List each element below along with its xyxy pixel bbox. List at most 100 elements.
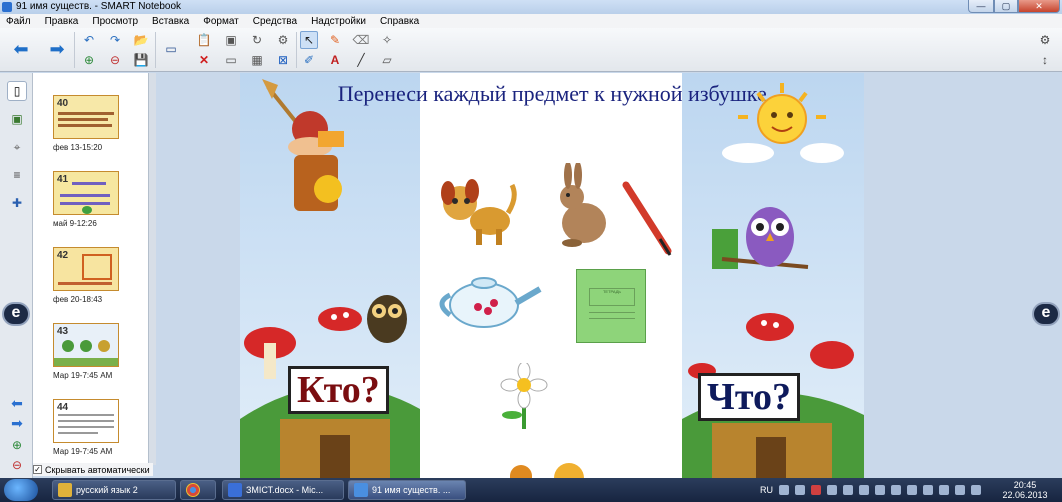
menu-addons[interactable]: Надстройки bbox=[311, 16, 366, 27]
pen-tool-icon[interactable]: ✎ bbox=[326, 31, 344, 49]
page-thumbnail[interactable]: 42 bbox=[53, 247, 119, 291]
undo-icon[interactable]: ↶ bbox=[80, 31, 98, 49]
menu-format[interactable]: Формат bbox=[203, 16, 239, 27]
taskbar-item[interactable]: русский язык 2 bbox=[52, 480, 176, 500]
taskbar-item[interactable]: ЗМІСТ.docx - Mic... bbox=[222, 480, 344, 500]
table-icon[interactable]: ▦ bbox=[248, 51, 266, 69]
taskbar: русский язык 2 ЗМІСТ.docx - Mic... 91 им… bbox=[0, 478, 1062, 502]
clock[interactable]: 20:45 22.06.2013 bbox=[995, 480, 1055, 500]
sidebar-delete-page-icon[interactable]: ⊖ bbox=[7, 455, 27, 475]
select-tool-icon[interactable]: ↖ bbox=[300, 31, 318, 49]
delete-page-icon[interactable]: ⊖ bbox=[106, 51, 124, 69]
next-page-nav-button[interactable]: e bbox=[1032, 302, 1060, 326]
close-button[interactable]: ✕ bbox=[1018, 0, 1060, 13]
page-sorter-tab-icon[interactable]: ▯ bbox=[7, 81, 27, 101]
shape-tool-icon[interactable]: ▱ bbox=[378, 51, 396, 69]
paste-icon[interactable]: 📋 bbox=[195, 31, 213, 49]
menu-file[interactable]: Файл bbox=[6, 16, 31, 27]
rotate-icon[interactable]: ↻ bbox=[248, 31, 266, 49]
page-timestamp: фев 13-15:20 bbox=[53, 143, 103, 152]
addons-tab-icon[interactable]: ✚ bbox=[7, 193, 27, 213]
maximize-button[interactable]: ▢ bbox=[994, 0, 1018, 13]
save-icon[interactable]: 💾 bbox=[132, 51, 150, 69]
language-indicator[interactable]: RU bbox=[760, 485, 773, 495]
autohide-option[interactable]: ✓ Скрывать автоматически bbox=[33, 463, 153, 476]
pen-picture[interactable] bbox=[620, 181, 676, 257]
settings-icon[interactable]: ⚙ bbox=[1036, 31, 1054, 49]
minimize-button[interactable]: — bbox=[968, 0, 994, 13]
text-tool-icon[interactable]: A bbox=[326, 51, 344, 69]
toolbar-position-icon[interactable]: ↕ bbox=[1036, 51, 1054, 69]
rabbit-picture[interactable] bbox=[552, 163, 610, 249]
gallery-icon[interactable]: ⚙ bbox=[274, 31, 292, 49]
tray-icon[interactable] bbox=[939, 485, 949, 495]
page-thumbnail[interactable]: 43 bbox=[53, 323, 119, 367]
page-sorter: 40 фев 13-15:20 41 май 9-12:26 42 фев 20… bbox=[33, 73, 148, 465]
start-button[interactable] bbox=[4, 479, 38, 501]
menu-insert[interactable]: Вставка bbox=[152, 16, 189, 27]
sidebar-prev-icon[interactable]: ⬅ bbox=[7, 393, 27, 413]
page-thumbnail[interactable]: 44 bbox=[53, 399, 119, 443]
sidebar-next-icon[interactable]: ➡ bbox=[7, 413, 27, 433]
creative-pen-icon[interactable]: ✐ bbox=[300, 51, 318, 69]
sun-picture[interactable] bbox=[718, 83, 846, 165]
flower-picture[interactable] bbox=[496, 363, 552, 431]
folder-icon bbox=[58, 483, 72, 497]
tray-icon[interactable] bbox=[859, 485, 869, 495]
page-thumbnail[interactable]: 41 bbox=[53, 171, 119, 215]
what-label[interactable]: Что? bbox=[698, 373, 801, 421]
full-screen-icon[interactable]: ▭ bbox=[222, 51, 240, 69]
volume-icon[interactable] bbox=[923, 485, 933, 495]
tray-icon[interactable] bbox=[891, 485, 901, 495]
system-tray: RU bbox=[760, 481, 981, 499]
title-bar: 91 имя существ. - SMART Notebook — ▢ ✕ bbox=[0, 0, 1062, 14]
fit-icon[interactable]: ⊠ bbox=[274, 51, 292, 69]
gallery-tab-icon[interactable]: ▣ bbox=[7, 109, 27, 129]
redo-icon[interactable]: ↷ bbox=[106, 31, 124, 49]
page-thumbnail[interactable]: 40 bbox=[53, 95, 119, 139]
witch-picture[interactable] bbox=[258, 77, 363, 217]
sidebar-splitter[interactable] bbox=[148, 73, 156, 465]
tray-icon[interactable] bbox=[875, 485, 885, 495]
taskbar-item[interactable] bbox=[180, 480, 216, 500]
open-icon[interactable]: 📂 bbox=[132, 31, 150, 49]
menu-help[interactable]: Справка bbox=[380, 16, 419, 27]
network-icon[interactable] bbox=[907, 485, 917, 495]
autohide-checkbox[interactable]: ✓ bbox=[33, 465, 42, 474]
taskbar-item-label: ЗМІСТ.docx - Mic... bbox=[246, 485, 324, 495]
clock-date: 22.06.2013 bbox=[1002, 490, 1048, 500]
tray-icon[interactable] bbox=[811, 485, 821, 495]
notebook-picture[interactable]: ТЕТРАДЬ bbox=[576, 269, 646, 343]
screen-shade-icon[interactable]: ▭ bbox=[162, 40, 180, 58]
delete-icon[interactable]: ✕ bbox=[195, 51, 213, 69]
line-tool-icon[interactable]: ╱ bbox=[352, 51, 370, 69]
menu-edit[interactable]: Правка bbox=[45, 16, 79, 27]
prev-page-nav-button[interactable]: e bbox=[2, 302, 30, 326]
taskbar-item[interactable]: 91 имя существ. ... bbox=[348, 480, 466, 500]
sidebar-add-page-icon[interactable]: ⊕ bbox=[7, 435, 27, 455]
attachments-tab-icon[interactable]: ⌖ bbox=[7, 137, 27, 157]
who-label[interactable]: Кто? bbox=[288, 366, 389, 414]
tray-icon[interactable] bbox=[843, 485, 853, 495]
tray-icon[interactable] bbox=[955, 485, 965, 495]
page-number: 42 bbox=[57, 250, 69, 261]
menu-view[interactable]: Просмотр bbox=[92, 16, 138, 27]
add-page-icon[interactable]: ⊕ bbox=[80, 51, 98, 69]
previous-page-icon[interactable]: ⬅ bbox=[12, 39, 30, 59]
taskbar-item-label: 91 имя существ. ... bbox=[372, 485, 451, 495]
screen-capture-icon[interactable]: ▣ bbox=[222, 31, 240, 49]
tray-icon[interactable] bbox=[827, 485, 837, 495]
next-page-icon[interactable]: ➡ bbox=[48, 39, 66, 59]
eraser-tool-icon[interactable]: ⌫ bbox=[352, 31, 370, 49]
tray-icon[interactable] bbox=[971, 485, 981, 495]
slide-canvas: Перенеси каждый предмет к нужной избушке… bbox=[240, 73, 864, 478]
owl-picture[interactable] bbox=[712, 189, 812, 277]
dog-picture[interactable] bbox=[438, 177, 518, 245]
window-title: 91 имя существ. - SMART Notebook bbox=[16, 1, 182, 12]
teapot-picture[interactable] bbox=[430, 273, 544, 331]
tray-icon[interactable] bbox=[779, 485, 789, 495]
menu-tools[interactable]: Средства bbox=[253, 16, 297, 27]
magic-pen-icon[interactable]: ✧ bbox=[378, 31, 396, 49]
tray-icon[interactable] bbox=[795, 485, 805, 495]
properties-tab-icon[interactable]: ≡ bbox=[7, 165, 27, 185]
